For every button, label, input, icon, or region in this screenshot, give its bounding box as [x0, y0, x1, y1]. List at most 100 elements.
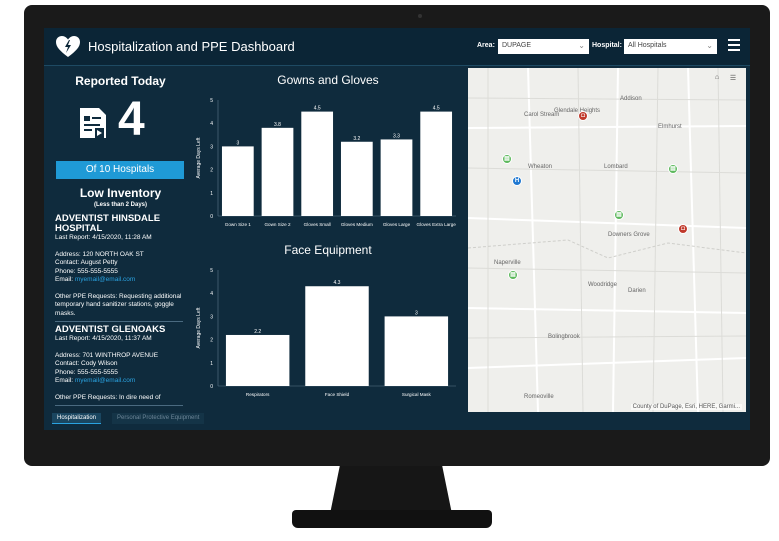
- bar-data-label: 3.2: [353, 136, 360, 142]
- hospital-name: ADVENTIST HINSDALE HOSPITAL: [55, 214, 161, 234]
- y-tick-label: 4: [210, 121, 213, 127]
- summary-panel: Reported Today 4 Of 10 Hospitals Low Inv…: [52, 68, 189, 412]
- bar-data-label: 3: [415, 310, 418, 316]
- face-equipment-chart: Average Days Left 0 1 2 3 4 5 2.2 Respirators 4.3…: [196, 268, 456, 397]
- phone: Phone: 555-555-5555: [55, 267, 118, 275]
- y-tick-label: 1: [210, 361, 213, 367]
- map-panel[interactable]: ⌂ ☰ Addison Carol Stream Glendale Height…: [468, 68, 746, 412]
- email-link[interactable]: myemail@email.com: [75, 276, 135, 283]
- map-marker-green[interactable]: ▤: [668, 164, 678, 174]
- bar-data-label: 3.3: [393, 133, 400, 139]
- y-tick-label: 2: [210, 168, 213, 174]
- address: Address: 120 NORTH OAK ST: [55, 250, 144, 258]
- chart-bar: [221, 146, 254, 216]
- document-icon: [80, 108, 106, 138]
- of-hospitals-banner: Of 10 Hospitals: [56, 161, 184, 179]
- x-tick-label: Gloves Small: [304, 222, 331, 227]
- bar-data-label: 2.2: [254, 329, 261, 335]
- chart-bar: [225, 334, 290, 386]
- reported-today-title: Reported Today: [75, 74, 166, 88]
- y-tick-label: 1: [210, 191, 213, 197]
- list-icon[interactable]: ☰: [728, 74, 738, 84]
- y-tick-label: 5: [210, 268, 213, 274]
- y-tick-label: 0: [210, 214, 213, 220]
- chevron-down-icon: ⌄: [706, 41, 713, 50]
- chart-bar: [301, 111, 334, 216]
- map-marker-green[interactable]: ▤: [502, 154, 512, 164]
- heart-pulse-icon: [56, 36, 80, 57]
- place-label: Addison: [620, 96, 642, 102]
- chart-bar: [380, 139, 413, 216]
- place-label: Glendale Heights: [554, 108, 601, 114]
- gowns-gloves-title: Gowns and Gloves: [277, 73, 379, 87]
- chart-bar: [420, 111, 453, 216]
- low-inventory-list[interactable]: ADVENTIST HINSDALE HOSPITAL Last Report:…: [55, 214, 183, 412]
- chart-bar: [305, 286, 369, 386]
- dashboard-screen: Hospitalization and PPE Dashboard Area: …: [44, 28, 750, 430]
- other-requests: Other PPE Requests: Requesting additiona…: [55, 292, 182, 317]
- y-tick-label: 3: [210, 314, 213, 320]
- low-inventory-subtitle: (Less than 2 Days): [93, 202, 148, 208]
- app-title: Hospitalization and PPE Dashboard: [88, 39, 295, 54]
- phone: Phone: 555-555-5555: [55, 368, 118, 376]
- y-tick-label: 4: [210, 291, 213, 297]
- map-marker-red[interactable]: ◘: [578, 111, 588, 121]
- area-select-value: DUPAGE: [502, 42, 532, 49]
- place-label: Lombard: [604, 164, 628, 170]
- chart-bar: [340, 141, 373, 216]
- bar-data-label: 4.5: [433, 106, 440, 112]
- x-tick-label: Gloves Medium: [341, 222, 373, 227]
- map-marker-green[interactable]: ▤: [614, 210, 624, 220]
- y-axis-label: Average Days Left: [196, 137, 202, 179]
- place-label: Elmhurst: [658, 124, 682, 130]
- x-tick-label: Gown Size 2: [264, 222, 290, 227]
- bottom-tabs: Hospitalization Personal Protective Equi…: [52, 413, 742, 424]
- area-label: Area:: [477, 42, 495, 49]
- x-tick-label: Gloves Large: [383, 222, 411, 227]
- gowns-gloves-chart: Average Days Left 0 1 2 3 4 5 3 Gown Size 1 3.8 Go…: [196, 98, 457, 227]
- tab-personal-protective-equipment[interactable]: Personal Protective Equipment: [112, 413, 205, 424]
- hospital-select[interactable]: All Hospitals ⌄: [624, 39, 717, 54]
- map-marker-blue[interactable]: H: [512, 176, 522, 186]
- x-tick-label: Gloves Extra Large: [417, 222, 457, 227]
- x-tick-label: Gown Size 1: [225, 222, 251, 227]
- place-label: Woodridge: [588, 282, 617, 288]
- monitor-stand-base: [292, 510, 492, 528]
- tab-hospitalization[interactable]: Hospitalization: [52, 413, 102, 424]
- last-report: Last Report: 4/15/2020, 11:28 AM: [55, 234, 152, 241]
- home-icon[interactable]: ⌂: [712, 74, 722, 84]
- y-axis-label: Average Days Left: [196, 307, 202, 349]
- hospital-name: ADVENTIST GLENOAKS: [55, 324, 166, 335]
- other-requests: Other PPE Requests: In dire need of: [55, 393, 161, 401]
- list-item[interactable]: ADVENTIST GLENOAKS Last Report: 4/15/202…: [55, 325, 183, 406]
- place-label: Romeoville: [524, 394, 554, 400]
- x-tick-label: Face Shield: [325, 392, 350, 397]
- map-marker-red[interactable]: ◘: [678, 224, 688, 234]
- place-label: Bolingbrook: [548, 334, 580, 340]
- place-label: Darien: [628, 288, 646, 294]
- contact: Contact: Cody Wilson: [55, 360, 118, 367]
- reported-count: 4: [118, 93, 145, 146]
- app-header: Hospitalization and PPE Dashboard Area: …: [44, 28, 750, 66]
- low-inventory-title: Low Inventory: [79, 186, 162, 200]
- chart-bar: [384, 316, 449, 386]
- map-roads: [468, 68, 746, 412]
- map-marker-green[interactable]: ▤: [508, 270, 518, 280]
- contact: Contact: August Petty: [55, 259, 118, 266]
- place-label: Downers Grove: [608, 232, 650, 238]
- y-tick-label: 3: [210, 144, 213, 150]
- chart-bar: [261, 127, 294, 216]
- face-equipment-title: Face Equipment: [284, 243, 372, 257]
- x-tick-label: Surgical Mask: [402, 392, 432, 397]
- email-link[interactable]: myemail@email.com: [75, 377, 135, 384]
- hamburger-menu-icon[interactable]: [728, 39, 740, 51]
- address: Address: 701 WINTHROP AVENUE: [55, 351, 159, 359]
- place-label: Naperville: [494, 260, 521, 266]
- bar-data-label: 4.3: [334, 280, 341, 286]
- charts-panel: Gowns and Gloves Average Days Left 0 1 2 3 4 5…: [192, 68, 464, 412]
- y-tick-label: 5: [210, 98, 213, 104]
- chevron-down-icon: ⌄: [578, 41, 585, 50]
- area-select[interactable]: DUPAGE ⌄: [498, 39, 589, 54]
- list-item[interactable]: ADVENTIST HINSDALE HOSPITAL Last Report:…: [55, 214, 183, 322]
- x-tick-label: Respirators: [246, 392, 270, 397]
